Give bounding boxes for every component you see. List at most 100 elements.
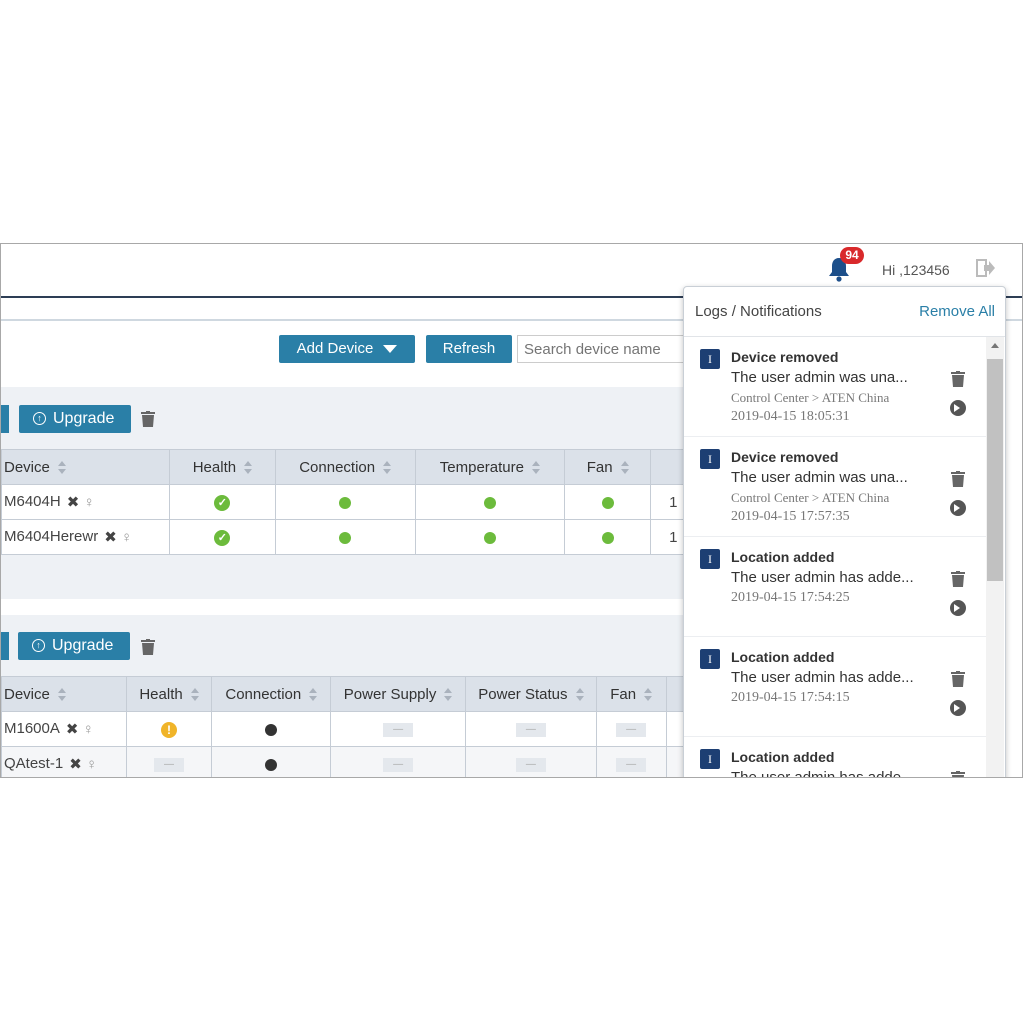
notification-item[interactable]: I Location added The user admin has adde… bbox=[684, 737, 986, 778]
user-greeting: Hi ,123456 bbox=[882, 262, 950, 278]
column-header-device[interactable]: Device bbox=[1, 449, 171, 485]
column-header-connection[interactable]: Connection bbox=[274, 449, 416, 485]
scrollbar-thumb[interactable] bbox=[987, 359, 1003, 581]
sort-icon[interactable] bbox=[532, 460, 540, 475]
location-pin-icon[interactable]: ♀ bbox=[86, 756, 97, 773]
column-header-connection[interactable]: Connection bbox=[211, 676, 332, 712]
upgrade-icon: ↑ bbox=[32, 639, 45, 652]
upgrade-button[interactable]: ↑ Upgrade bbox=[19, 405, 131, 433]
go-to-icon[interactable] bbox=[950, 600, 966, 616]
scroll-up-arrow-icon[interactable] bbox=[991, 343, 999, 348]
sort-icon[interactable] bbox=[444, 687, 453, 702]
column-header-power-status[interactable]: Power Status bbox=[464, 676, 597, 712]
notification-item[interactable]: I Device removed The user admin was una.… bbox=[684, 337, 986, 437]
table-row[interactable]: M6404Herewr ✖ ♀ ✓ 1 bbox=[1, 519, 721, 555]
table-row[interactable]: M6404H ✖ ♀ ✓ 1 bbox=[1, 484, 721, 520]
trash-icon[interactable] bbox=[951, 571, 965, 587]
column-header-health[interactable]: Health bbox=[169, 449, 276, 485]
location-pin-icon[interactable]: ♀ bbox=[83, 721, 94, 738]
sort-icon[interactable] bbox=[244, 460, 253, 475]
info-badge-icon: I bbox=[700, 749, 720, 769]
upgrade-button[interactable]: ↑ Upgrade bbox=[18, 632, 130, 660]
device-name[interactable]: M6404H bbox=[4, 493, 61, 510]
go-to-icon[interactable] bbox=[950, 700, 966, 716]
column-header-temperature[interactable]: Temperature bbox=[414, 449, 566, 485]
column-header-device[interactable]: Device bbox=[1, 676, 127, 712]
sort-icon[interactable] bbox=[644, 687, 653, 702]
go-to-icon[interactable] bbox=[950, 500, 966, 516]
tools-icon[interactable]: ✖ bbox=[66, 721, 79, 738]
sort-icon[interactable] bbox=[383, 460, 392, 475]
sort-icon[interactable] bbox=[57, 460, 66, 475]
power-status-unavailable: — bbox=[515, 757, 546, 772]
notification-title: Device removed bbox=[731, 349, 839, 365]
notification-item[interactable]: I Location added The user admin has adde… bbox=[684, 637, 986, 737]
info-badge-icon: I bbox=[700, 449, 720, 469]
trash-icon[interactable] bbox=[141, 639, 155, 655]
notification-scrollbar[interactable] bbox=[986, 337, 1004, 777]
app-window: 94 Hi ,123456 Add Device Refresh ↑ Upgra… bbox=[0, 243, 1023, 778]
group-action-button[interactable] bbox=[1, 405, 9, 433]
notification-text: The user admin was una... bbox=[731, 369, 908, 386]
notification-list: I Device removed The user admin was una.… bbox=[684, 337, 986, 778]
remove-all-link[interactable]: Remove All bbox=[919, 303, 995, 320]
group-action-button[interactable] bbox=[1, 632, 9, 660]
sort-icon[interactable] bbox=[190, 687, 199, 702]
notification-item[interactable]: I Location added The user admin has adde… bbox=[684, 537, 986, 637]
power-status-unavailable: — bbox=[515, 722, 546, 737]
table-row[interactable]: QAtest-1 ✖ ♀ — — — — bbox=[1, 746, 722, 777]
notification-title: Device removed bbox=[731, 449, 839, 465]
caret-down-icon bbox=[383, 345, 398, 354]
trash-icon[interactable] bbox=[951, 671, 965, 687]
logout-icon[interactable] bbox=[976, 258, 996, 278]
notification-text: The user admin was una... bbox=[731, 469, 908, 486]
fan-unavailable: — bbox=[616, 722, 647, 737]
search-device-input[interactable] bbox=[517, 335, 697, 363]
refresh-button[interactable]: Refresh bbox=[426, 335, 512, 363]
power-supply-unavailable: — bbox=[383, 757, 414, 772]
column-header-fan[interactable]: Fan bbox=[595, 676, 667, 712]
device-name[interactable]: M1600A bbox=[4, 720, 60, 737]
table-header-row: Device Health Connection Temperature Fan… bbox=[1, 449, 721, 485]
table-row[interactable]: M1600A ✖ ♀ ! — — — bbox=[1, 711, 722, 747]
connection-online-icon bbox=[339, 531, 352, 544]
health-unavailable: — bbox=[154, 757, 185, 772]
location-pin-icon[interactable]: ♀ bbox=[83, 494, 94, 511]
add-device-label: Add Device bbox=[296, 340, 374, 357]
location-pin-icon[interactable]: ♀ bbox=[121, 529, 132, 546]
device-name[interactable]: M6404Herewr bbox=[4, 528, 98, 545]
notification-path: Control Center > ATEN China bbox=[731, 490, 890, 505]
notifications-panel: Logs / Notifications Remove All I Device… bbox=[683, 286, 1006, 778]
device-table-1: Device Health Connection Temperature Fan… bbox=[1, 449, 721, 555]
notification-item[interactable]: I Device removed The user admin was una.… bbox=[684, 437, 986, 537]
device-group-1: ↑ Upgrade Device Health Connection Tempe… bbox=[1, 387, 721, 599]
sort-icon[interactable] bbox=[620, 460, 629, 475]
add-device-button[interactable]: Add Device bbox=[279, 335, 415, 363]
column-header-health[interactable]: Health bbox=[125, 676, 213, 712]
notification-text: The user admin has adde... bbox=[731, 769, 914, 778]
tools-icon[interactable]: ✖ bbox=[69, 756, 82, 773]
notification-time: 2019-04-15 17:57:35 bbox=[731, 509, 850, 524]
upgrade-icon: ↑ bbox=[33, 412, 46, 425]
connection-online-icon bbox=[339, 496, 352, 509]
trash-icon[interactable] bbox=[141, 411, 155, 427]
notification-title: Location added bbox=[731, 649, 835, 665]
trash-icon[interactable] bbox=[951, 471, 965, 487]
temperature-ok-icon bbox=[483, 531, 496, 544]
notification-time: 2019-04-15 17:54:15 bbox=[731, 690, 850, 705]
sort-icon[interactable] bbox=[57, 687, 66, 702]
go-to-icon[interactable] bbox=[950, 400, 966, 416]
tools-icon[interactable]: ✖ bbox=[104, 529, 117, 546]
temperature-ok-icon bbox=[483, 496, 496, 509]
column-header-power-supply[interactable]: Power Supply bbox=[330, 676, 466, 712]
health-ok-icon: ✓ bbox=[214, 494, 231, 511]
sort-icon[interactable] bbox=[309, 687, 318, 702]
tools-icon[interactable]: ✖ bbox=[67, 494, 80, 511]
health-warning-icon: ! bbox=[161, 721, 178, 738]
trash-icon[interactable] bbox=[951, 371, 965, 387]
sort-icon[interactable] bbox=[575, 687, 584, 702]
trash-icon[interactable] bbox=[951, 771, 965, 778]
column-header-fan[interactable]: Fan bbox=[564, 449, 652, 485]
device-name[interactable]: QAtest-1 bbox=[4, 755, 63, 772]
connection-offline-icon bbox=[265, 758, 278, 771]
